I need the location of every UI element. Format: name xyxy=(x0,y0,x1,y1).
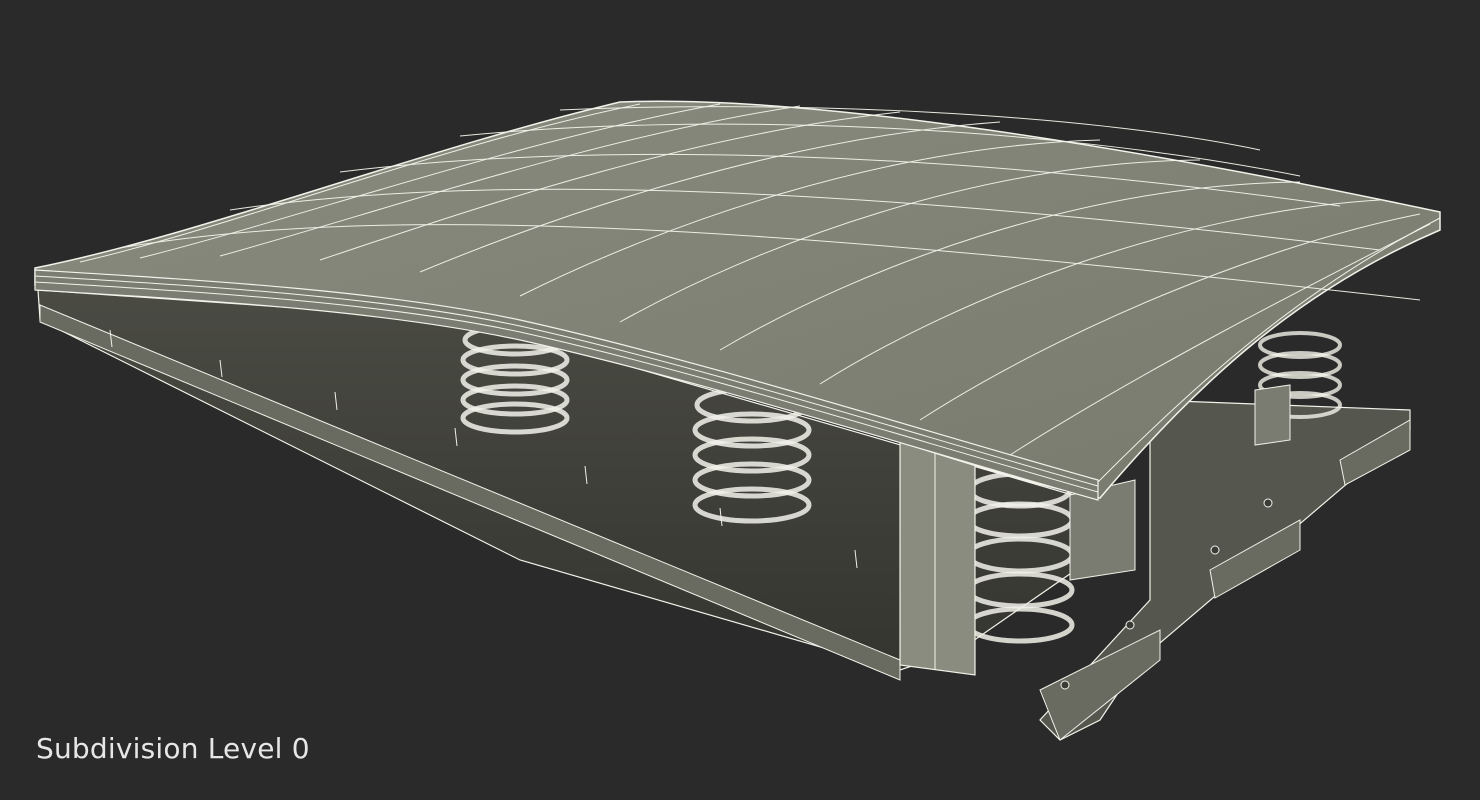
springboard-wireframe-render xyxy=(34,100,1441,741)
subdivision-level-caption: Subdivision Level 0 xyxy=(36,732,310,765)
render-viewport: Subdivision Level 0 xyxy=(0,0,1480,800)
